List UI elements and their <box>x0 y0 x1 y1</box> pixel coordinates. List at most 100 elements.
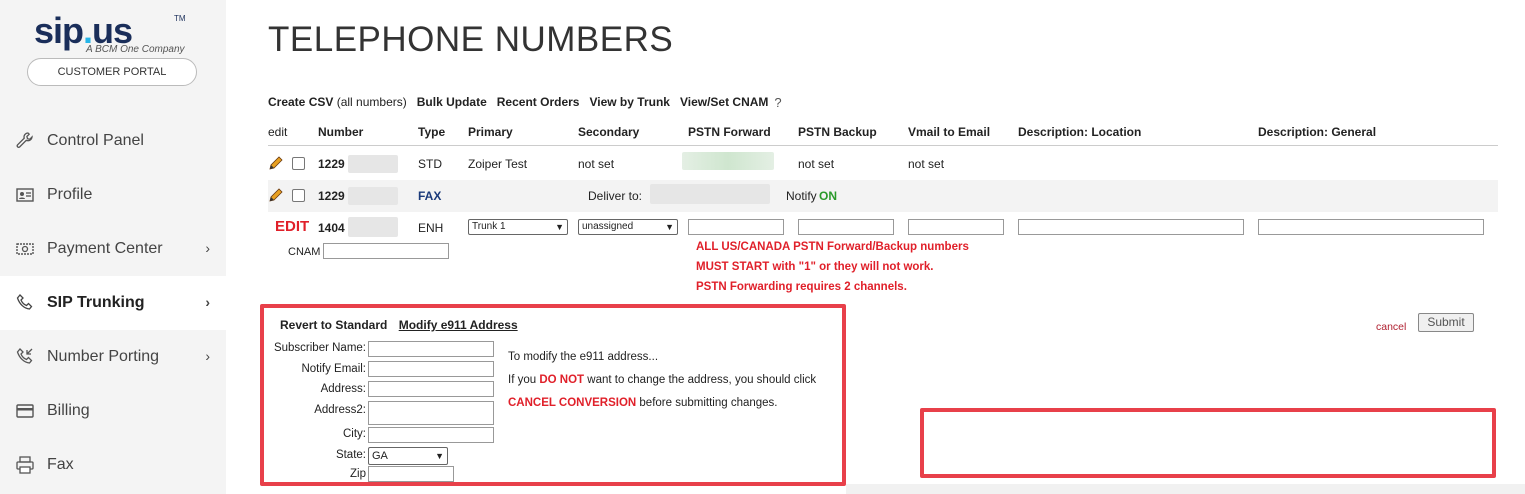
credit-card-icon <box>14 400 36 422</box>
sidebar-item-label: Control Panel <box>47 132 144 149</box>
notify-email-label: Notify Email: <box>301 363 366 375</box>
chevron-down-icon: ▼ <box>555 222 564 232</box>
e911-info-line-1: To modify the e911 address... <box>508 351 659 363</box>
address-input[interactable] <box>368 381 494 397</box>
chevron-down-icon: ▼ <box>435 451 444 461</box>
page-title: TELEPHONE NUMBERS <box>268 20 674 59</box>
subscriber-name-label: Subscriber Name: <box>273 342 366 354</box>
redacted-block <box>650 184 770 204</box>
sidebar-nav: Control Panel Profile Payment Center › S… <box>0 114 226 492</box>
money-icon <box>14 238 36 260</box>
pencil-icon[interactable] <box>268 155 284 171</box>
row-checkbox[interactable] <box>292 189 305 202</box>
redacted-block <box>682 152 774 170</box>
zip-label: Zip <box>350 468 366 480</box>
description-location-input[interactable] <box>1018 219 1244 235</box>
edit-label: EDIT <box>275 218 310 235</box>
wrench-icon <box>14 130 36 152</box>
type-cell: STD <box>418 157 442 171</box>
table-header: edit Number Type Primary Secondary PSTN … <box>268 120 1498 146</box>
primary-cell: Zoiper Test <box>468 157 528 171</box>
primary-select[interactable]: Trunk 1 ▼ <box>468 219 568 235</box>
e911-instructions: To modify the e911 address... If you DO … <box>508 346 816 415</box>
chevron-right-icon: › <box>205 348 210 364</box>
sidebar-item-sip-trunking[interactable]: SIP Trunking › <box>0 276 226 330</box>
sidebar-item-label: Billing <box>47 402 90 419</box>
sidebar-item-fax[interactable]: Fax <box>0 438 226 492</box>
id-card-icon <box>14 184 36 206</box>
zip-input[interactable] <box>368 466 454 482</box>
col-type: Type <box>418 125 446 139</box>
pencil-icon[interactable] <box>268 187 284 203</box>
notify-email-input[interactable] <box>368 361 494 377</box>
chevron-right-icon: › <box>205 240 210 256</box>
footer-strip <box>846 484 1525 494</box>
sidebar-item-profile[interactable]: Profile <box>0 168 226 222</box>
pstn-backup-cell: not set <box>798 157 835 171</box>
secondary-select[interactable]: unassigned ▼ <box>578 219 678 235</box>
city-input[interactable] <box>368 427 494 443</box>
secondary-cell: not set <box>578 157 615 171</box>
city-label: City: <box>343 428 366 440</box>
vmail-cell: not set <box>908 157 945 171</box>
state-label: State: <box>335 449 366 461</box>
sidebar-item-label: Number Porting <box>47 348 160 365</box>
customer-portal-button[interactable]: CUSTOMER PORTAL <box>27 58 197 86</box>
table-toolbar: Create CSV (all numbers) Bulk Update Rec… <box>268 95 782 110</box>
modify-e911-link[interactable]: Modify e911 Address <box>399 318 518 332</box>
create-csv-link[interactable]: Create CSV (all numbers) <box>268 95 407 110</box>
printer-icon <box>14 454 36 476</box>
redacted-block <box>348 187 398 205</box>
pstn-warning-line-2: MUST START with "1" or they will not wor… <box>696 261 934 273</box>
table-row: 1229 STD Zoiper Test not set not set not… <box>268 148 1498 180</box>
description-general-input[interactable] <box>1258 219 1484 235</box>
e911-info-line-2: If you DO NOT want to change the address… <box>508 374 817 386</box>
vmail-input[interactable] <box>908 219 1004 235</box>
redacted-block <box>348 217 398 237</box>
sidebar-item-number-porting[interactable]: Number Porting › <box>0 330 226 384</box>
logo[interactable]: sip.us TM A BCM One Company <box>34 10 194 60</box>
table-row-editing: EDIT 1404 ENH Trunk 1 ▼ unassigned ▼ CNAM … <box>268 212 1498 298</box>
col-vmail: Vmail to Email <box>908 125 991 139</box>
e911-info-line-3: CANCEL CONVERSION before submitting chan… <box>508 397 778 409</box>
state-select[interactable]: GA ▼ <box>368 447 448 465</box>
sidebar-item-payment-center[interactable]: Payment Center › <box>0 222 226 276</box>
phone-icon <box>14 292 36 314</box>
chevron-right-icon: › <box>205 294 210 310</box>
notify-status: ON <box>819 189 837 203</box>
cancel-link[interactable]: cancel <box>1376 321 1406 333</box>
revert-to-standard-link[interactable]: Revert to Standard <box>280 318 387 332</box>
view-set-cnam-link[interactable]: View/Set CNAM <box>680 95 768 110</box>
recent-orders-link[interactable]: Recent Orders <box>497 95 580 110</box>
highlight-box <box>920 408 1496 478</box>
sidebar-item-label: Payment Center <box>47 240 163 257</box>
chevron-down-icon: ▼ <box>665 222 674 232</box>
phone-incoming-icon <box>14 346 36 368</box>
number-cell: 1229 <box>318 189 345 203</box>
address2-label: Address2: <box>314 404 366 416</box>
col-pstn-backup: PSTN Backup <box>798 125 877 139</box>
subscriber-name-input[interactable] <box>368 341 494 357</box>
submit-button[interactable]: Submit <box>1418 313 1474 332</box>
pstn-warning-line-1: ALL US/CANADA PSTN Forward/Backup number… <box>696 241 969 253</box>
row-checkbox[interactable] <box>292 157 305 170</box>
cnam-label: CNAM <box>288 246 321 258</box>
number-cell: 1229 <box>318 157 345 171</box>
cnam-input[interactable] <box>323 243 449 259</box>
type-cell: FAX <box>418 189 442 203</box>
sidebar-item-label: SIP Trunking <box>47 294 145 311</box>
col-edit: edit <box>268 125 288 139</box>
view-by-trunk-link[interactable]: View by Trunk <box>589 95 669 110</box>
bulk-update-link[interactable]: Bulk Update <box>417 95 487 110</box>
sidebar-item-control-panel[interactable]: Control Panel <box>0 114 226 168</box>
logo-trademark: TM <box>174 14 186 23</box>
address2-input[interactable] <box>368 401 494 425</box>
redacted-block <box>348 155 398 173</box>
pstn-backup-input[interactable] <box>798 219 894 235</box>
pstn-warning-line-3: PSTN Forwarding requires 2 channels. <box>696 281 907 293</box>
sidebar-item-billing[interactable]: Billing <box>0 384 226 438</box>
sidebar-item-label: Fax <box>47 456 74 473</box>
pstn-forward-input[interactable] <box>688 219 784 235</box>
help-icon[interactable]: ? <box>774 95 781 110</box>
col-desc-general: Description: General <box>1258 125 1377 139</box>
